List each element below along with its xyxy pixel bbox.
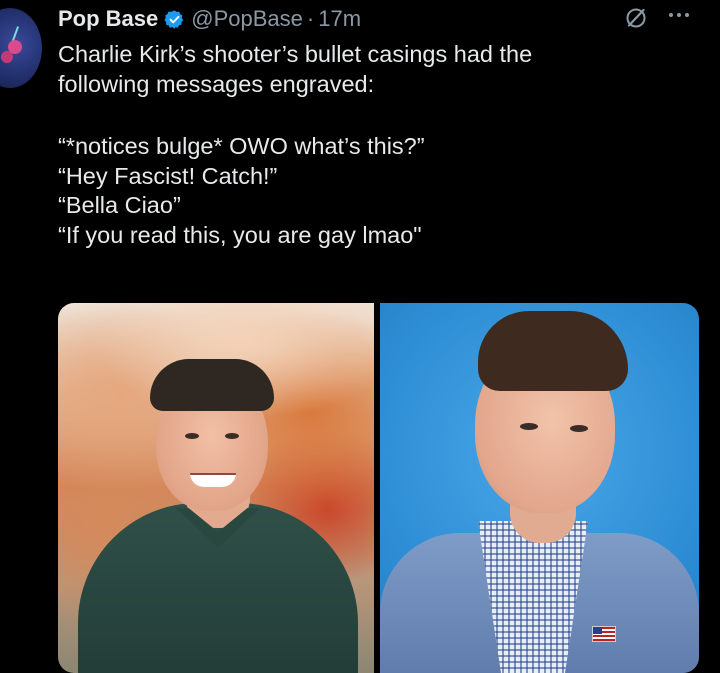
post-media-grid [58,303,699,673]
photo-left-shirt [78,503,358,673]
post-text-blank-line [58,99,698,132]
photo-right-hair [478,311,628,391]
post-header: Pop Base @PopBase · 17m [58,4,361,34]
author-handle[interactable]: @PopBase [191,6,303,32]
post-text-line: “Bella Ciao” [58,192,181,218]
post-text-line: “Hey Fascist! Catch!” [58,162,278,189]
photo-right-eye [570,425,588,432]
more-options-icon[interactable] [666,4,692,26]
photo-left-hair [150,359,274,411]
post-text-line: following messages engraved: [58,70,375,97]
photo-right-eye [520,423,538,430]
author-avatar[interactable] [0,8,42,88]
verified-badge-icon [164,9,184,29]
post-text-line: Charlie Kirk’s shooter’s bullet casings … [58,41,533,67]
author-name[interactable]: Pop Base [58,6,158,32]
photo-left-smile [190,473,236,487]
post-text-line: “*notices bulge* OWO what’s this?” [58,133,425,159]
post-text-line: “If you read this, you are gay lmao" [58,221,422,248]
flag-pin-icon [592,626,616,642]
post-timestamp[interactable]: 17m [318,6,361,32]
grok-icon[interactable] [624,6,648,30]
post-text: Charlie Kirk’s shooter’s bullet casings … [58,40,698,250]
photo-left-eye [185,433,199,439]
media-photo-right[interactable] [380,303,699,673]
header-separator: · [306,6,315,31]
photo-left-eye [225,433,239,439]
media-photo-left[interactable] [58,303,374,673]
avatar-cherry-icon [8,40,22,54]
